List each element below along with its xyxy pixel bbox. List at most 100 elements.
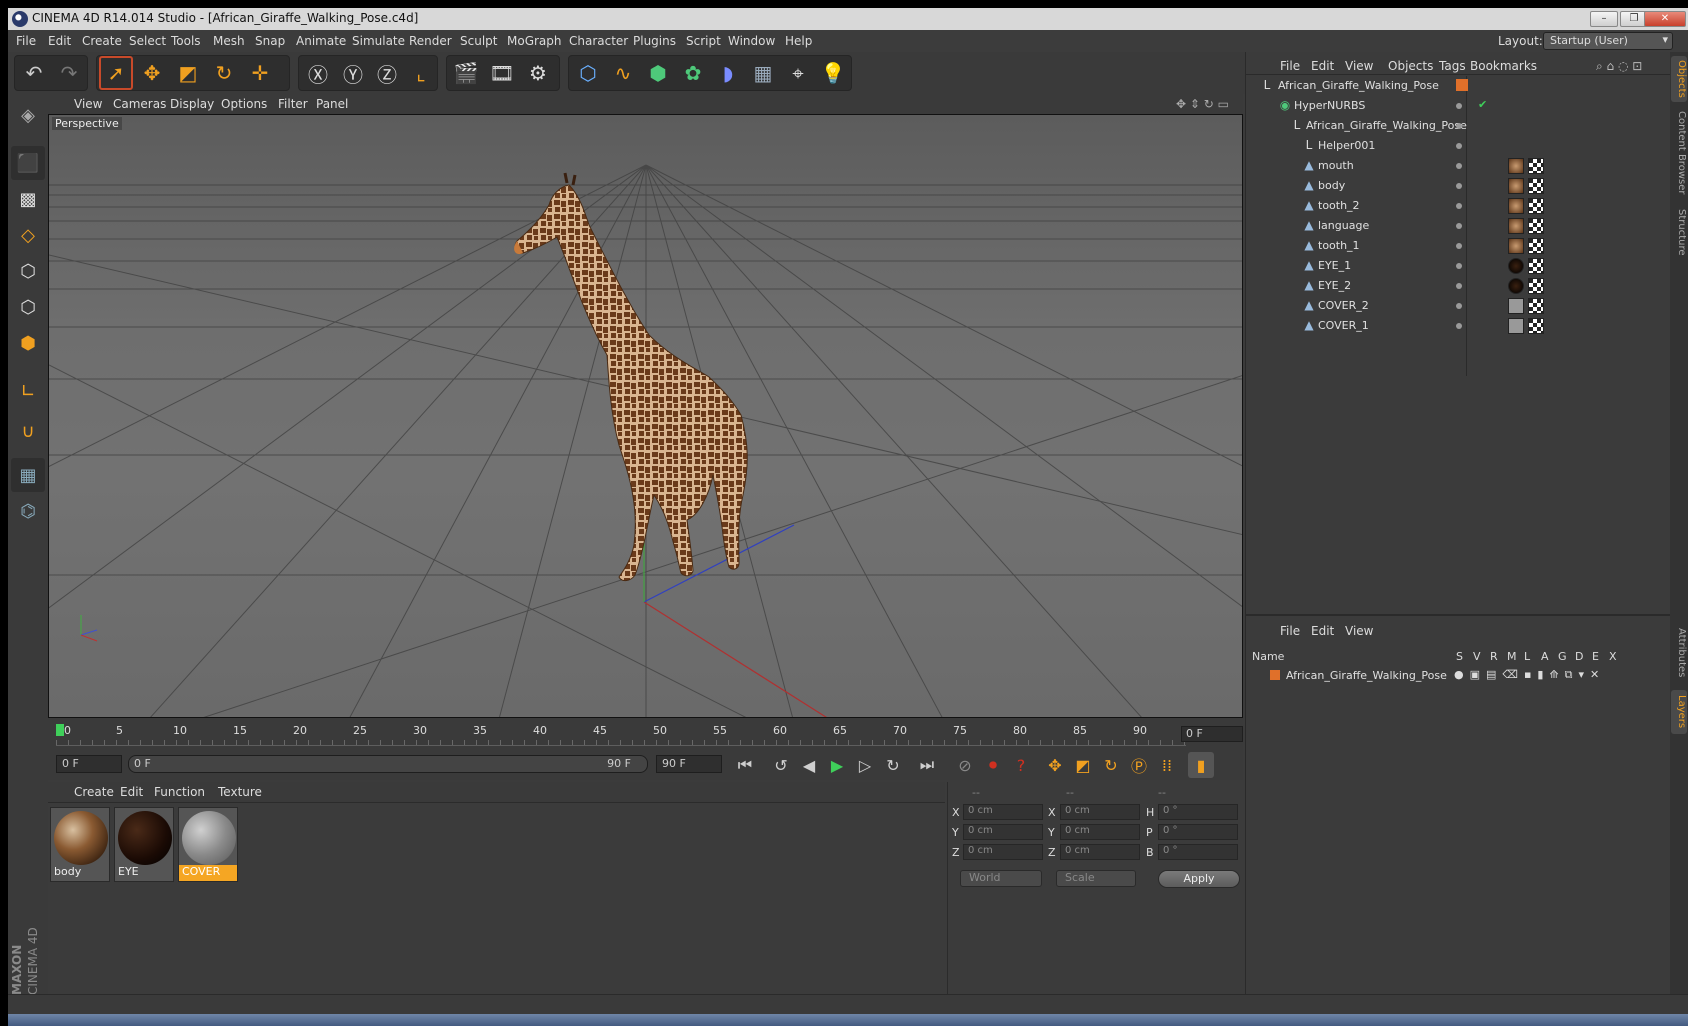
timeline-ruler[interactable]: 0 5 10 15 20 25 30 35 40 45 50 55 60 65 … (48, 718, 1243, 748)
visibility-dot[interactable] (1456, 183, 1462, 189)
previous-key-icon[interactable]: ↺ (768, 752, 794, 778)
tab-content-browser[interactable]: Content Browser (1671, 108, 1687, 198)
keyframe-icon[interactable]: ⊘ (952, 752, 978, 778)
next-frame-icon[interactable]: ▷ (852, 752, 878, 778)
visibility-dot[interactable] (1456, 283, 1462, 289)
material-menu-function[interactable]: Function (154, 785, 205, 799)
z-axis-icon[interactable]: Ⓩ (370, 56, 404, 90)
menu-file[interactable]: File (16, 34, 36, 48)
enabled-check-icon[interactable]: ✔ (1478, 98, 1487, 111)
layer-row[interactable]: African_Giraffe_Walking_Pose ●▣▤⌫▪▮⟰⧉▾✕ (1246, 666, 1671, 686)
rot-h-field[interactable]: 0 ° (1158, 804, 1238, 820)
object-row[interactable]: ▲ tooth_1 (1246, 236, 1671, 256)
min-frame-field[interactable]: 0 F (56, 755, 122, 773)
size-z-field[interactable]: 0 cm (1060, 844, 1140, 860)
uvw-tag-icon[interactable] (1528, 178, 1544, 194)
object-row[interactable]: L African_Giraffe_Walking_Pose (1246, 116, 1671, 136)
deformer-icon[interactable]: ◗ (711, 56, 745, 90)
pos-z-field[interactable]: 0 cm (963, 844, 1043, 860)
visibility-dot[interactable] (1456, 103, 1462, 109)
play-icon[interactable]: ▶ (824, 752, 850, 778)
texture-tag-icon[interactable] (1508, 198, 1524, 214)
visibility-dot[interactable] (1456, 143, 1462, 149)
workplane-mode-icon[interactable]: ◇ (11, 218, 45, 252)
previous-frame-icon[interactable]: ◀ (796, 752, 822, 778)
texture-tag-icon[interactable] (1508, 218, 1524, 234)
points-mode-icon[interactable]: ⬡ (11, 254, 45, 288)
go-to-end-icon[interactable]: ⏭ (914, 752, 940, 778)
giraffe-model[interactable] (514, 172, 748, 582)
scale-tool-icon[interactable]: ◩ (171, 56, 205, 90)
size-x-field[interactable]: 0 cm (1060, 804, 1140, 820)
axis-mode-icon[interactable]: ∟ (11, 374, 45, 408)
menu-mograph[interactable]: MoGraph (507, 34, 562, 48)
key-scale-icon[interactable]: ◩ (1070, 752, 1096, 778)
snap-magnet-icon[interactable]: ∪ (11, 414, 45, 448)
preview-range-slider[interactable]: 0 F 90 F (128, 755, 648, 773)
texture-mode-icon[interactable]: ▩ (11, 182, 45, 216)
visibility-dot[interactable] (1456, 223, 1462, 229)
material-menu-edit[interactable]: Edit (120, 785, 143, 799)
move-tool-icon[interactable]: ✥ (135, 56, 169, 90)
texture-tag-icon[interactable] (1508, 278, 1524, 294)
objmgr-search-home-icons[interactable]: ⌕ ⌂ ◌ ⊡ (1596, 59, 1642, 74)
menu-create[interactable]: Create (82, 34, 122, 48)
visibility-dot[interactable] (1456, 303, 1462, 309)
layout-dropdown[interactable]: Startup (User) (1543, 32, 1673, 50)
key-pla-icon[interactable]: ⁞⁞ (1154, 752, 1180, 778)
x-axis-icon[interactable]: Ⓧ (301, 56, 335, 90)
menu-select[interactable]: Select (129, 34, 166, 48)
workplane-lock-icon[interactable]: ▦ (11, 458, 45, 492)
uvw-tag-icon[interactable] (1528, 198, 1544, 214)
model-mode-icon[interactable]: ⬛ (11, 146, 45, 180)
material-menu-create[interactable]: Create (74, 785, 114, 799)
texture-tag-icon[interactable] (1508, 318, 1524, 334)
tab-objects[interactable]: Objects (1671, 56, 1687, 102)
cube-primitive-icon[interactable]: ⬡ (571, 56, 605, 90)
menu-window[interactable]: Window (728, 34, 775, 48)
menu-edit[interactable]: Edit (48, 34, 71, 48)
object-row[interactable]: ▲ COVER_2 (1246, 296, 1671, 316)
objmgr-menu-view[interactable]: View (1345, 59, 1373, 73)
visibility-dot[interactable] (1456, 323, 1462, 329)
layermgr-menu-file[interactable]: File (1280, 624, 1300, 638)
menu-tools[interactable]: Tools (171, 34, 201, 48)
viewport-menu-display[interactable]: Display (170, 97, 214, 111)
object-row[interactable]: ▲ mouth (1246, 156, 1671, 176)
material-body[interactable]: body (50, 807, 110, 882)
edges-mode-icon[interactable]: ⬡ (11, 290, 45, 324)
objmgr-menu-file[interactable]: File (1280, 59, 1300, 73)
rot-b-field[interactable]: 0 ° (1158, 844, 1238, 860)
uvw-tag-icon[interactable] (1528, 278, 1544, 294)
visibility-dot[interactable] (1456, 263, 1462, 269)
material-cover[interactable]: COVER (178, 807, 238, 882)
y-axis-icon[interactable]: Ⓨ (336, 56, 370, 90)
pos-y-field[interactable]: 0 cm (963, 824, 1043, 840)
floor-scene-icon[interactable]: ▦ (746, 56, 780, 90)
coordinate-space-dropdown[interactable]: World (960, 870, 1042, 887)
visibility-dot[interactable] (1456, 123, 1462, 129)
texture-tag-icon[interactable] (1508, 298, 1524, 314)
coordinate-mode-dropdown[interactable]: Scale (1056, 870, 1136, 887)
next-key-icon[interactable]: ↻ (880, 752, 906, 778)
visibility-dot[interactable] (1456, 163, 1462, 169)
go-to-start-icon[interactable]: ⏮ (732, 752, 758, 778)
object-row[interactable]: ▲ body (1246, 176, 1671, 196)
uvw-tag-icon[interactable] (1528, 158, 1544, 174)
coordinate-system-icon[interactable]: ⌞ (404, 56, 438, 90)
viewport-menu-panel[interactable]: Panel (316, 97, 348, 111)
layermgr-menu-edit[interactable]: Edit (1311, 624, 1334, 638)
uvw-tag-icon[interactable] (1528, 318, 1544, 334)
nurbs-icon[interactable]: ⬢ (641, 56, 675, 90)
record-icon[interactable]: ⏺ (980, 752, 1006, 778)
texture-tag-icon[interactable] (1508, 158, 1524, 174)
uvw-tag-icon[interactable] (1528, 258, 1544, 274)
menu-sculpt[interactable]: Sculpt (460, 34, 497, 48)
uvw-tag-icon[interactable] (1528, 238, 1544, 254)
layermgr-menu-view[interactable]: View (1345, 624, 1373, 638)
material-menu-texture[interactable]: Texture (218, 785, 262, 799)
max-frame-field[interactable]: 90 F (656, 755, 722, 773)
3d-viewport[interactable]: Perspective (48, 114, 1243, 718)
apply-button[interactable]: Apply (1158, 870, 1240, 888)
menu-mesh[interactable]: Mesh (213, 34, 245, 48)
